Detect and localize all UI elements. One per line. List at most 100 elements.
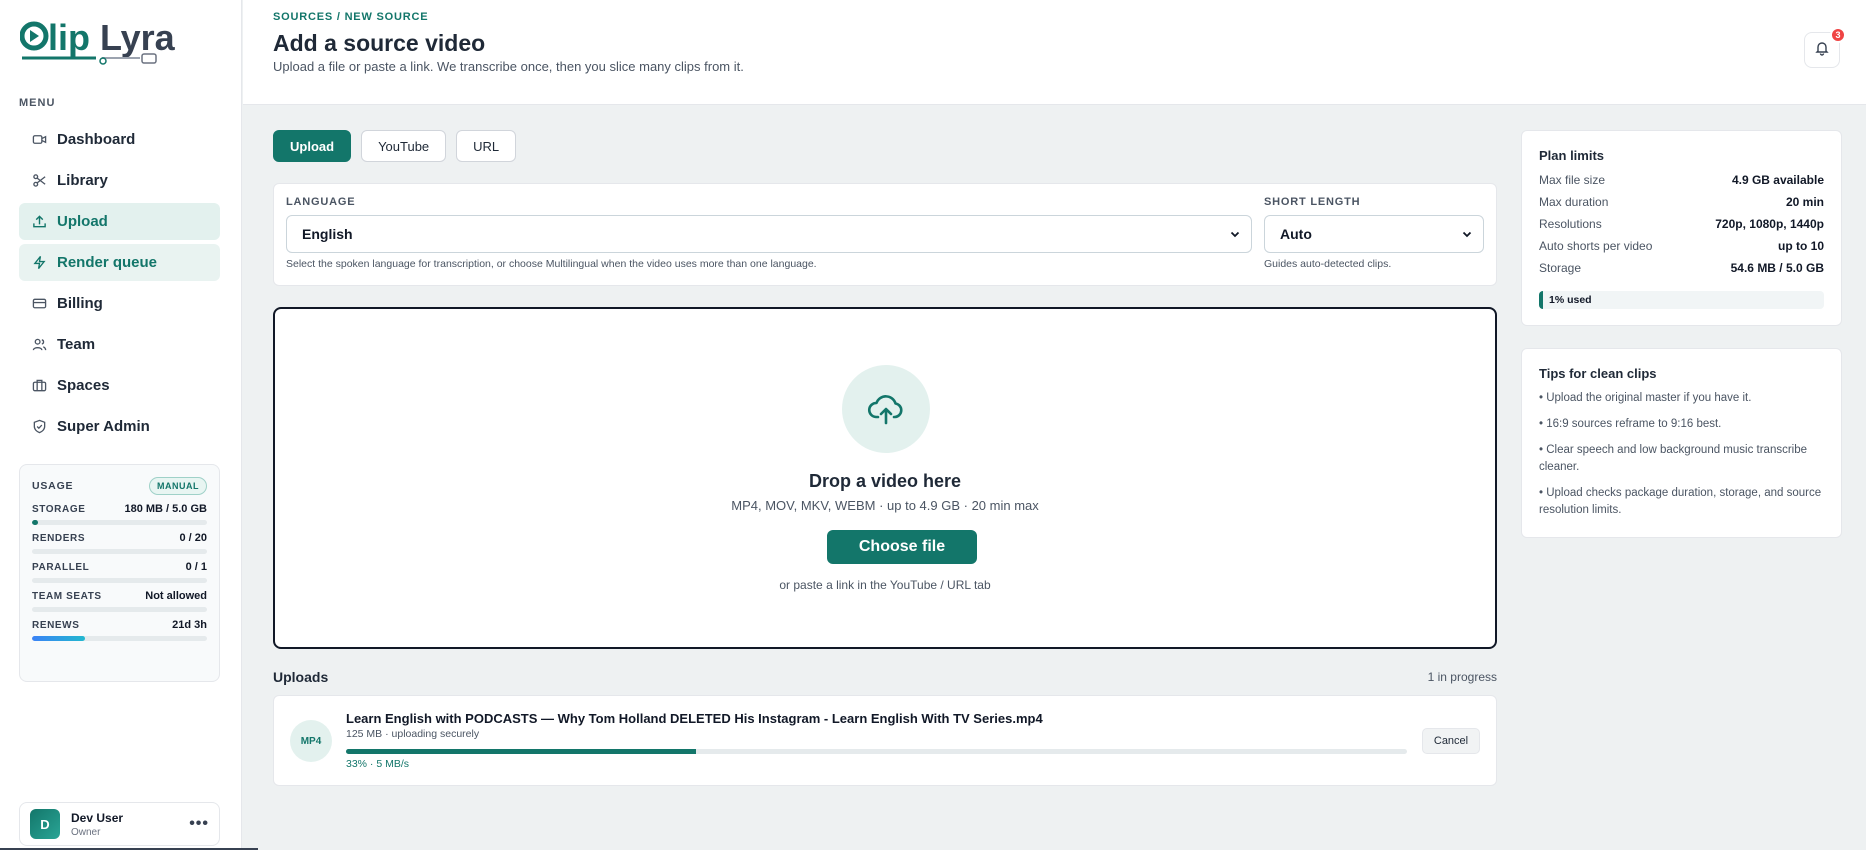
upload-progress-text: 33% · 5 MB/s	[346, 758, 410, 770]
scissors-icon	[31, 173, 47, 189]
card-icon	[31, 296, 47, 312]
sidebar-item-render-queue[interactable]: Render queue	[19, 244, 220, 281]
sidebar-item-label: Upload	[57, 213, 108, 230]
usage-row-storage: STORAGE 180 MB / 5.0 GB	[32, 503, 207, 525]
usage-label: PARALLEL	[32, 561, 90, 573]
sidebar-item-label: Team	[57, 336, 96, 353]
briefcase-icon	[31, 378, 47, 394]
usage-row-renders: RENDERS 0 / 20	[32, 532, 207, 554]
language-settings-card: LANGUAGE English Select the spoken langu…	[273, 183, 1497, 286]
short-length-select[interactable]: Auto	[1264, 215, 1484, 253]
page-subtitle: Upload a file or paste a link. We transc…	[273, 59, 744, 74]
storage-used-text: 1% used	[1549, 294, 1592, 306]
sidebar-item-billing[interactable]: Billing	[19, 285, 220, 322]
usage-title: USAGE	[32, 480, 74, 492]
limit-label: Storage	[1539, 261, 1582, 275]
sidebar: lip Lyra MENU Dashboard Library Upload R…	[0, 0, 258, 850]
usage-card: USAGE MANUAL STORAGE 180 MB / 5.0 GB REND…	[19, 464, 220, 682]
usage-value: Not allowed	[145, 590, 207, 602]
manual-badge: MANUAL	[149, 477, 207, 495]
language-label: LANGUAGE	[286, 196, 356, 208]
limit-value: 54.6 MB / 5.0 GB	[1730, 261, 1824, 275]
sidebar-item-team[interactable]: Team	[19, 326, 220, 363]
usage-row-team-seats: TEAM SEATS Not allowed	[32, 590, 207, 612]
usage-bar	[32, 549, 207, 554]
choose-file-button[interactable]: Choose file	[827, 530, 977, 564]
limit-value: up to 10	[1777, 239, 1824, 253]
svg-text:Lyra: Lyra	[100, 17, 176, 58]
limit-label: Max duration	[1539, 195, 1609, 209]
user-name: Dev User	[71, 810, 124, 825]
sidebar-item-label: Library	[57, 172, 108, 189]
cloud-upload-icon	[842, 365, 930, 453]
sidebar-item-spaces[interactable]: Spaces	[19, 367, 220, 404]
limit-row: Max file size 4.9 GB available	[1539, 169, 1824, 191]
cliplyra-logo[interactable]: lip Lyra	[19, 14, 190, 70]
usage-bar	[32, 578, 207, 583]
short-length-value: Auto	[1280, 226, 1312, 242]
tips-panel: Tips for clean clips • Upload the origin…	[1521, 348, 1842, 538]
video-icon	[31, 132, 47, 148]
limit-row: Auto shorts per video up to 10	[1539, 235, 1824, 257]
usage-value: 0 / 20	[179, 532, 207, 544]
user-role: Owner	[71, 826, 101, 838]
limit-label: Auto shorts per video	[1539, 239, 1653, 253]
sidebar-item-library[interactable]: Library	[19, 162, 220, 199]
limit-value: 20 min	[1785, 195, 1824, 209]
usage-bar-fill	[32, 636, 85, 641]
limit-label: Resolutions	[1539, 217, 1602, 231]
source-tabs: Upload YouTube URL	[273, 130, 517, 162]
avatar: D	[30, 809, 60, 839]
language-value: English	[302, 226, 353, 242]
video-dropzone[interactable]: Drop a video here MP4, MOV, MKV, WEBM · …	[273, 307, 1497, 649]
usage-bar	[32, 607, 207, 612]
limit-row: Max duration 20 min	[1539, 191, 1824, 213]
tab-upload[interactable]: Upload	[273, 130, 352, 162]
limit-value: 720p, 1080p, 1440p	[1715, 217, 1824, 231]
menu-label: MENU	[19, 97, 56, 109]
uploads-count: 1 in progress	[1427, 670, 1497, 684]
bell-icon	[1814, 40, 1830, 61]
usage-value: 21d 3h	[172, 619, 207, 631]
upload-item: MP4 Learn English with PODCASTS — Why To…	[273, 695, 1497, 786]
page-title: Add a source video	[273, 30, 486, 56]
tab-url[interactable]: URL	[456, 130, 517, 162]
uploads-title: Uploads	[273, 669, 329, 685]
usage-value: 180 MB / 5.0 GB	[124, 503, 207, 515]
dropzone-title: Drop a video here	[808, 471, 962, 491]
notification-count-badge: 3	[1830, 27, 1846, 43]
breadcrumb[interactable]: SOURCES / NEW SOURCE	[273, 11, 428, 23]
page-header: SOURCES / NEW SOURCE Add a source video …	[243, 0, 1866, 105]
sidebar-item-upload[interactable]: Upload	[19, 203, 220, 240]
usage-row-parallel: PARALLEL 0 / 1	[32, 561, 207, 583]
usage-label: RENEWS	[32, 619, 80, 631]
sidebar-item-label: Render queue	[57, 254, 158, 271]
more-icon[interactable]: •••	[189, 815, 209, 833]
sidebar-item-label: Dashboard	[57, 131, 136, 148]
sidebar-item-label: Super Admin	[57, 418, 150, 435]
svg-text:lip: lip	[48, 17, 90, 58]
tips-title: Tips for clean clips	[1539, 366, 1657, 381]
shield-icon	[31, 419, 47, 435]
sidebar-item-label: Spaces	[57, 377, 110, 394]
file-name: Learn English with PODCASTS — Why Tom Ho…	[346, 711, 1043, 726]
usage-bar-fill	[32, 520, 39, 525]
tip-item: • Upload the original master if you have…	[1539, 392, 1752, 404]
dropzone-formats: MP4, MOV, MKV, WEBM · up to 4.9 GB · 20 …	[731, 498, 1039, 513]
plan-limits-title: Plan limits	[1539, 148, 1605, 163]
upload-progress-bar	[346, 749, 1407, 754]
limit-value: 4.9 GB available	[1731, 173, 1824, 187]
usage-label: STORAGE	[32, 503, 86, 515]
tip-item: • 16:9 sources reframe to 9:16 best.	[1539, 418, 1722, 430]
limit-row: Resolutions 720p, 1080p, 1440p	[1539, 213, 1824, 235]
user-card[interactable]: D Dev User Owner •••	[19, 802, 220, 846]
sidebar-item-dashboard[interactable]: Dashboard	[19, 121, 220, 158]
tip-item: • Upload checks package duration, storag…	[1539, 487, 1822, 516]
sidebar-item-super-admin[interactable]: Super Admin	[19, 408, 220, 445]
cancel-upload-button[interactable]: Cancel	[1422, 728, 1480, 754]
language-select[interactable]: English	[286, 215, 1252, 253]
language-hint: Select the spoken language for transcrip…	[286, 258, 817, 270]
usage-bar	[32, 636, 207, 641]
dropzone-alt-hint: or paste a link in the YouTube / URL tab	[779, 578, 991, 592]
tab-youtube[interactable]: YouTube	[361, 130, 447, 162]
